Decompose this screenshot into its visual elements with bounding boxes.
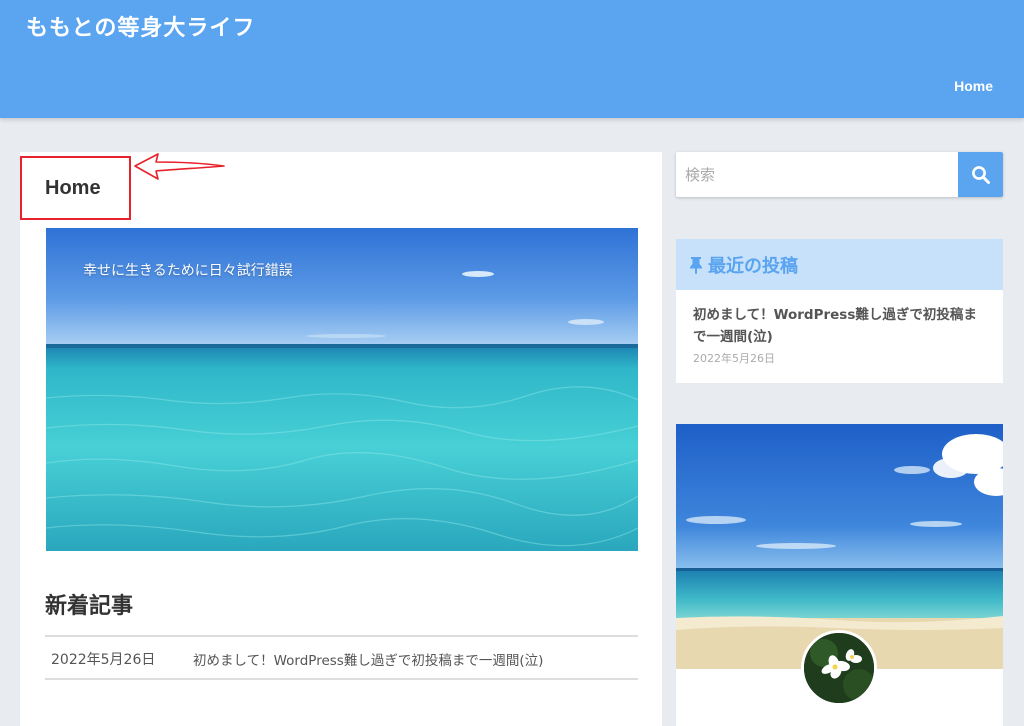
recent-posts-header: 最近の投稿 xyxy=(676,239,1003,290)
avatar[interactable] xyxy=(801,630,877,706)
main-content: Home 幸せに生きるために日々試行錯誤 新着記事 2022年5月26日 初めま… xyxy=(20,152,662,726)
news-item-date: 2022年5月26日 xyxy=(51,651,156,668)
pin-icon xyxy=(690,256,702,274)
recent-posts-title: 最近の投稿 xyxy=(708,255,798,277)
recent-post-date: 2022年5月26日 xyxy=(693,352,775,365)
annotation-arrow xyxy=(134,153,225,180)
recent-post-item[interactable]: 初めまして！WordPress難し過ぎで初投稿まで一週間(泣) 2022年5月2… xyxy=(676,290,1003,366)
page-title: Home xyxy=(45,177,101,199)
nav-home-link[interactable]: Home xyxy=(954,78,993,94)
profile-widget xyxy=(676,424,1003,726)
site-header: ももとの等身大ライフ Home xyxy=(0,0,1024,118)
search-icon xyxy=(971,165,990,184)
recent-posts-widget: 最近の投稿 初めまして！WordPress難し過ぎで初投稿まで一週間(泣) 20… xyxy=(676,239,1003,383)
section-title-new-posts: 新着記事 xyxy=(45,594,134,619)
search-button[interactable] xyxy=(958,152,1003,197)
hero-image: 幸せに生きるために日々試行錯誤 xyxy=(46,228,638,551)
site-title[interactable]: ももとの等身大ライフ xyxy=(26,10,255,42)
news-item-title[interactable]: 初めまして！WordPress難し過ぎで初投稿まで一週間(泣) xyxy=(193,649,543,669)
recent-post-title[interactable]: 初めまして！WordPress難し過ぎで初投稿まで一週間(泣) xyxy=(693,304,986,348)
search-input[interactable] xyxy=(676,152,958,197)
news-list: 2022年5月26日 初めまして！WordPress難し過ぎで初投稿まで一週間(… xyxy=(45,635,638,680)
search-widget xyxy=(676,152,1003,197)
hero-caption: 幸せに生きるために日々試行錯誤 xyxy=(83,263,293,279)
news-item[interactable]: 2022年5月26日 初めまして！WordPress難し過ぎで初投稿まで一週間(… xyxy=(45,637,638,680)
